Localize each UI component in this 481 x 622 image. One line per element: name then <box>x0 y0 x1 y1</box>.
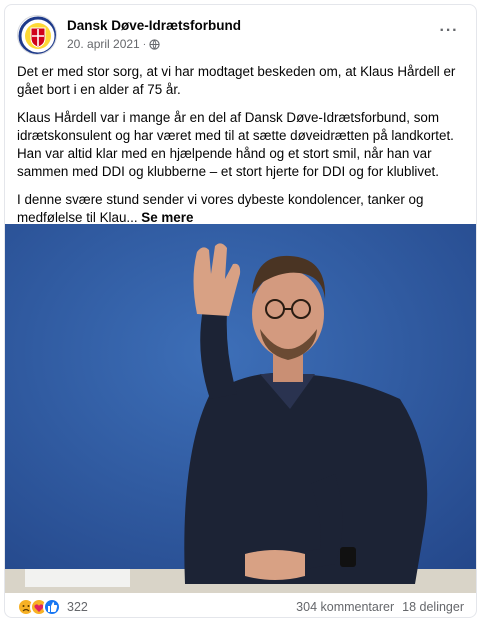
post-meta: 20. april 2021 · <box>67 37 160 51</box>
post-photo[interactable] <box>5 224 476 593</box>
post-header: Dansk Døve-Idrætsforbund 20. april 2021 … <box>17 15 468 55</box>
post-paragraph: I denne svære stund sender vi vores dybe… <box>17 191 469 227</box>
post-paragraph: Det er med stor sorg, at vi har modtaget… <box>17 64 456 97</box>
photo-illustration <box>5 224 476 593</box>
more-options-button[interactable]: ··· <box>434 19 464 43</box>
like-icon <box>43 598 61 616</box>
post-footer: 322 304 kommentarer 18 delinger <box>17 597 464 617</box>
post-paragraph: Klaus Hårdell var i mange år en del af D… <box>17 110 454 179</box>
reaction-count[interactable]: 322 <box>67 600 88 614</box>
ddi-logo-icon <box>18 16 56 54</box>
page-avatar[interactable] <box>17 15 57 55</box>
shares-count-link[interactable]: 18 delinger <box>402 600 464 614</box>
meta-separator: · <box>142 38 147 50</box>
see-more-link[interactable]: Se mere <box>141 210 193 225</box>
post-date[interactable]: 20. april 2021 <box>67 37 140 51</box>
page-name[interactable]: Dansk Døve-Idrætsforbund <box>67 18 241 33</box>
post-card: Dansk Døve-Idrætsforbund 20. april 2021 … <box>4 4 477 618</box>
post-paragraph-text: I denne svære stund sender vi vores dybe… <box>17 192 424 225</box>
post-text: Det er med stor sorg, at vi har modtaget… <box>17 63 469 237</box>
globe-icon <box>149 38 160 50</box>
comments-count-link[interactable]: 304 kommentarer <box>296 600 394 614</box>
engagement-stats: 304 kommentarer 18 delinger <box>296 600 464 614</box>
reactions-summary[interactable]: 322 <box>17 598 88 616</box>
